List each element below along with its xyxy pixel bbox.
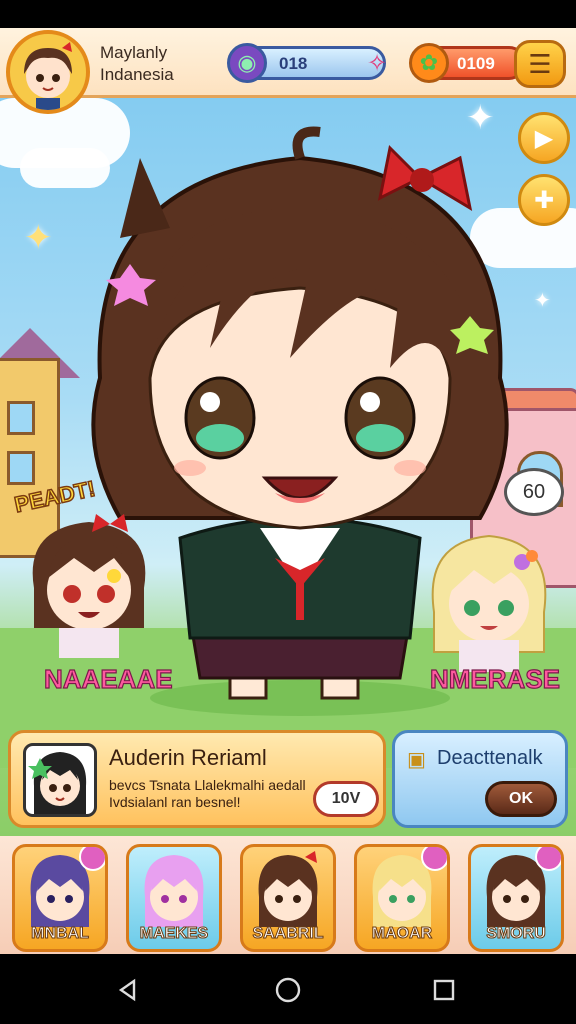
- roster-name: MAEKES: [139, 925, 209, 943]
- right-character[interactable]: [414, 522, 564, 672]
- quest-description: bevcs Tsnata Llalekmalhi aedall Ivdsiala…: [109, 777, 319, 811]
- back-button[interactable]: [110, 972, 146, 1008]
- roster-card[interactable]: SMORU: [468, 844, 564, 952]
- roster-card[interactable]: MNBAL: [12, 844, 108, 952]
- ok-button[interactable]: OK: [485, 781, 557, 817]
- menu-icon: ☰: [528, 48, 552, 79]
- speech-bubble: 60: [504, 468, 564, 516]
- quest-portrait: [23, 743, 97, 817]
- gem-counter[interactable]: ◉ 018 ✧: [227, 43, 387, 83]
- sparkle-icon: ✦: [24, 219, 53, 257]
- menu-button[interactable]: ☰: [514, 40, 566, 88]
- roster-card[interactable]: MAOAR: [354, 844, 450, 952]
- gem-icon: ◉: [227, 43, 267, 83]
- roster-name: SAABRIL: [252, 925, 324, 943]
- character-roster: MNBAL MAEKES SAABRIL MAOAR SMORU: [0, 836, 576, 954]
- coin-count: 0109: [457, 54, 495, 73]
- status-bar: [0, 0, 576, 28]
- roster-avatar: [144, 855, 204, 927]
- roster-name: MAOAR: [371, 925, 433, 943]
- roster-card[interactable]: MAEKES: [126, 844, 222, 952]
- left-character[interactable]: [14, 508, 164, 658]
- player-name: Maylanly Indanesia: [100, 42, 174, 86]
- speech-bubble-text: 60: [522, 480, 546, 503]
- recents-button[interactable]: [426, 972, 462, 1008]
- right-character-label: NMERASE: [429, 663, 561, 694]
- deactivate-panel: ▣ Deacttenalk OK: [392, 730, 568, 828]
- quest-action-label: 10V: [331, 790, 361, 807]
- system-nav-bar: [0, 954, 576, 1024]
- game-screen: ✦ ✦ ✦ Maylanly Indanesia ◉ 018 ✧ ✿ 0109 …: [0, 28, 576, 954]
- roster-name: MNBAL: [31, 925, 90, 943]
- quest-desc-line2: Ivdsialanl ran besnel!: [109, 794, 241, 810]
- quest-desc-line1: bevcs Tsnata Llalekmalhi aedall: [109, 777, 306, 793]
- back-icon: [118, 978, 136, 1002]
- roster-card[interactable]: SAABRIL: [240, 844, 336, 952]
- home-button[interactable]: [270, 972, 306, 1008]
- left-character-label: NAAEAAE: [43, 663, 173, 694]
- quest-title: Auderin Reriaml: [109, 745, 267, 770]
- notification-badge: [79, 847, 105, 871]
- wand-icon: ✧: [366, 49, 388, 77]
- roster-name: SMORU: [486, 925, 547, 943]
- notification-badge: [421, 847, 447, 871]
- player-avatar[interactable]: [6, 30, 90, 114]
- bag-icon: ▣: [407, 749, 426, 771]
- quest-panel: Auderin Reriaml bevcs Tsnata Llalekmalhi…: [8, 730, 386, 828]
- home-icon: [275, 977, 301, 1003]
- gem-count: 018: [279, 54, 308, 73]
- quest-action-button[interactable]: 10V: [313, 781, 379, 817]
- player-name-line1: Maylanly: [100, 43, 168, 62]
- carrot-icon: ✿: [409, 43, 449, 83]
- deactivate-title: Deacttenalk: [437, 747, 543, 769]
- window: [7, 451, 35, 485]
- coin-counter[interactable]: ✿ 0109: [409, 43, 526, 83]
- recents-icon: [433, 979, 455, 1001]
- ok-button-label: OK: [509, 790, 533, 807]
- roster-avatar: [258, 851, 318, 927]
- notification-badge: [535, 847, 561, 871]
- top-bar: Maylanly Indanesia ◉ 018 ✧ ✿ 0109 ☰: [0, 28, 576, 114]
- window: [7, 401, 35, 435]
- player-name-line2: Indanesia: [100, 65, 174, 84]
